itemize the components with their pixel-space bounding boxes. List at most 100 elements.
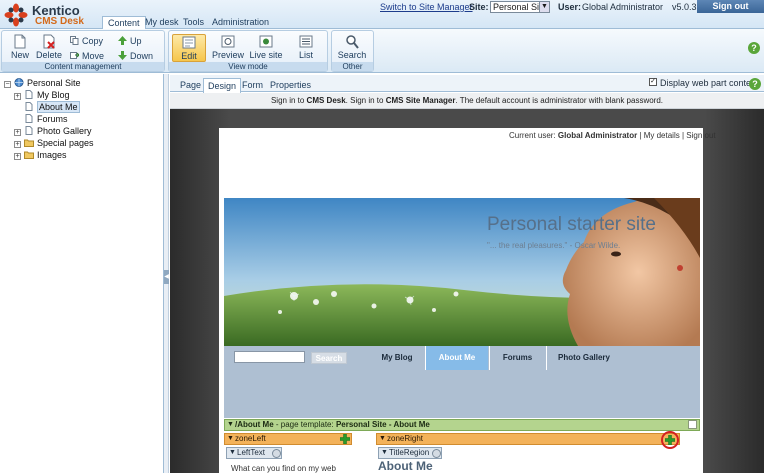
down-button[interactable]: Down	[118, 51, 153, 61]
tab-my-desk[interactable]: My desk	[140, 16, 184, 29]
new-document-icon	[14, 34, 26, 49]
tree-item-my-blog[interactable]: + My Blog	[14, 90, 70, 100]
tab-form[interactable]: Form	[238, 78, 267, 92]
gear-icon[interactable]	[272, 449, 281, 458]
copy-icon	[70, 36, 79, 45]
search-button[interactable]: Search	[335, 34, 369, 60]
collapse-triangle-icon[interactable]: ▼	[381, 448, 388, 458]
delete-icon	[43, 34, 55, 49]
zone-left-label: zoneLeft	[235, 434, 266, 443]
site-search-input[interactable]	[234, 351, 305, 363]
current-user-bar: Current user: Global Administrator | My …	[509, 131, 716, 140]
up-label: Up	[130, 36, 142, 46]
other-label: Other	[332, 62, 373, 71]
edit-template-icon[interactable]	[688, 420, 697, 429]
move-button[interactable]: Move	[70, 51, 104, 61]
nav-forums[interactable]: Forums	[490, 346, 545, 370]
page-icon	[25, 126, 33, 135]
tree-item-label: Images	[37, 150, 67, 160]
down-label: Down	[130, 51, 154, 61]
my-details-link[interactable]: My details	[644, 131, 680, 140]
delete-button[interactable]: Delete	[32, 34, 66, 60]
edit-button[interactable]: Edit	[172, 34, 206, 62]
nav-photo-gallery[interactable]: Photo Gallery	[547, 346, 621, 370]
up-button[interactable]: Up	[118, 36, 142, 46]
help-icon[interactable]: ?	[749, 78, 761, 90]
collapse-panel-icon[interactable]: ◀	[164, 270, 169, 284]
display-web-part-checkbox[interactable]: ✓	[649, 78, 657, 86]
tree-item-forums[interactable]: Forums	[24, 114, 68, 124]
preview-button[interactable]: Preview	[211, 34, 245, 60]
zone-right-header[interactable]: ▼ zoneRight	[376, 433, 680, 445]
current-user-label: Current user:	[509, 131, 556, 140]
move-label: Move	[82, 51, 105, 61]
page-sign-out-link[interactable]: Sign out	[686, 131, 715, 140]
nav-my-blog[interactable]: My Blog	[372, 346, 422, 370]
template-separator: - page template:	[273, 420, 336, 429]
expand-icon[interactable]: +	[14, 141, 21, 148]
zone-right-label: zoneRight	[387, 434, 424, 443]
logo-flower-icon	[4, 3, 28, 27]
expand-icon[interactable]: +	[14, 153, 21, 160]
collapse-triangle-icon[interactable]: ▼	[227, 434, 234, 444]
template-name: Personal Site - About Me	[335, 420, 430, 429]
tree-item-label: Special pages	[37, 138, 94, 148]
collapse-triangle-icon[interactable]: ▼	[227, 420, 234, 430]
web-part-left-text[interactable]: ▼ LeftText	[226, 447, 282, 459]
site-select[interactable]: Personal Site ▼	[490, 1, 550, 13]
edit-label: Edit	[181, 51, 197, 61]
tab-content[interactable]: Content	[102, 16, 146, 30]
list-button[interactable]: List	[289, 34, 323, 60]
web-part-left-label: LeftText	[237, 448, 266, 457]
kentico-logo[interactable]: Kentico CMS Desk	[4, 2, 94, 28]
chevron-down-icon: ▼	[539, 2, 549, 12]
tree-root-label: Personal Site	[27, 78, 81, 88]
zone-left-header[interactable]: ▼ zoneLeft	[224, 433, 352, 445]
edit-icon	[182, 36, 196, 49]
live-site-label: Live site	[249, 50, 283, 60]
gear-icon[interactable]	[432, 449, 441, 458]
arrow-up-icon	[118, 36, 127, 45]
template-path: /About Me	[235, 420, 274, 429]
copy-button[interactable]: Copy	[70, 36, 103, 46]
tab-administration[interactable]: Administration	[207, 16, 274, 29]
content-management-group: New Delete Copy Move Up Down Content man…	[1, 30, 165, 72]
collapse-triangle-icon[interactable]: ▼	[379, 434, 386, 444]
live-site-button[interactable]: Live site	[249, 34, 283, 60]
info-cms-desk: CMS Desk	[306, 96, 346, 105]
delete-label: Delete	[35, 50, 62, 60]
list-label: List	[298, 50, 313, 60]
nav-about-me[interactable]: About Me	[426, 346, 488, 370]
page-template-bar[interactable]: ▼ /About Me - page template: Personal Si…	[224, 419, 700, 431]
tab-properties[interactable]: Properties	[266, 78, 315, 92]
tab-design[interactable]: Design	[203, 78, 242, 93]
sign-out-button[interactable]: Sign out	[697, 0, 764, 13]
expand-icon[interactable]: +	[14, 129, 21, 136]
view-mode-group: Edit Preview Live site List View mode	[168, 30, 328, 72]
tree-root[interactable]: − Personal Site	[4, 78, 81, 88]
page-icon	[25, 102, 33, 111]
info-text: . Sign in to	[345, 96, 386, 105]
search-icon	[346, 35, 359, 49]
tree-item-about-me[interactable]: About Me	[24, 101, 80, 113]
expand-icon[interactable]: +	[14, 93, 21, 100]
tab-tools[interactable]: Tools	[178, 16, 209, 29]
content-management-label: Content management	[2, 62, 164, 71]
switch-to-site-manager-link[interactable]: Switch to Site Manager	[380, 2, 473, 12]
info-site-manager: CMS Site Manager	[385, 96, 456, 105]
collapse-icon[interactable]: −	[4, 81, 11, 88]
folder-icon	[24, 139, 34, 147]
web-part-title-region[interactable]: ▼ TitleRegion	[378, 447, 442, 459]
search-label: Search	[337, 50, 367, 60]
collapse-triangle-icon[interactable]: ▼	[229, 448, 236, 458]
tree-item-images[interactable]: + Images	[14, 150, 67, 160]
tree-item-photo-gallery[interactable]: + Photo Gallery	[14, 126, 92, 136]
help-icon[interactable]: ?	[748, 42, 760, 54]
user-name: Global Administrator	[582, 2, 664, 12]
logo-subtext: CMS Desk	[35, 16, 84, 27]
site-search-button[interactable]: Search	[311, 352, 347, 364]
tab-page[interactable]: Page	[176, 78, 205, 92]
panel-splitter[interactable]: ◀	[164, 74, 169, 473]
tree-item-special-pages[interactable]: + Special pages	[14, 138, 94, 148]
add-web-part-plus-icon[interactable]	[340, 434, 350, 444]
